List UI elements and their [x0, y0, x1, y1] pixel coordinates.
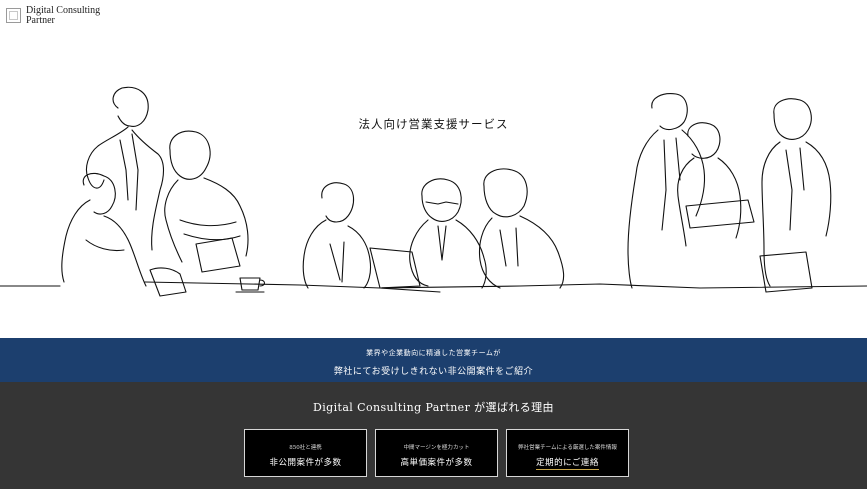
- reason-card-main-text: 定期的にご連絡: [536, 458, 599, 470]
- intro-band: 業界や企業動向に精通した営業チームが 弊社にてお受けしきれない非公開案件をご紹介: [0, 338, 867, 382]
- reason-card-sub: 850社と連携: [289, 445, 322, 451]
- intro-line-1: 業界や企業動向に精通した営業チームが: [366, 349, 501, 357]
- reason-card-main: 高単価案件が多数: [400, 458, 473, 468]
- reason-card-main: 非公開案件が多数: [269, 458, 342, 468]
- reasons-title: Digital Consulting Partner が選ばれる理由: [313, 401, 554, 414]
- line-drawing-business-people-icon: [0, 86, 867, 297]
- reason-card-high-rate[interactable]: 中間マージンを極力カット 高単価案件が多数: [375, 429, 498, 477]
- logo-line-2: Partner: [26, 14, 55, 26]
- reason-card-sub: 中間マージンを極力カット: [403, 445, 470, 451]
- hero-title: 法人向け営業支援サービス: [358, 117, 509, 131]
- top-bar: Digital Consulting Partner: [0, 0, 867, 30]
- reasons-section: Digital Consulting Partner が選ばれる理由 850社と…: [0, 382, 867, 489]
- reason-card-sub: 弊社営業チームによる厳選した案件情報: [518, 445, 617, 451]
- intro-line-2: 弊社にてお受けしきれない非公開案件をご紹介: [333, 367, 534, 377]
- reason-card-main: 定期的にご連絡: [507, 456, 628, 470]
- reason-card-regular-contact[interactable]: 弊社営業チームによる厳選した案件情報 定期的にご連絡: [506, 429, 629, 477]
- reason-cards: 850社と連携 非公開案件が多数 中間マージンを極力カット 高単価案件が多数 弊…: [244, 429, 629, 477]
- hero-section: 法人向け営業支援サービス: [0, 30, 867, 338]
- logo-mark-icon: [6, 8, 21, 23]
- reason-card-private-projects[interactable]: 850社と連携 非公開案件が多数: [244, 429, 367, 477]
- site-logo[interactable]: Digital Consulting Partner: [6, 6, 100, 25]
- logo-text: Digital Consulting Partner: [26, 6, 100, 25]
